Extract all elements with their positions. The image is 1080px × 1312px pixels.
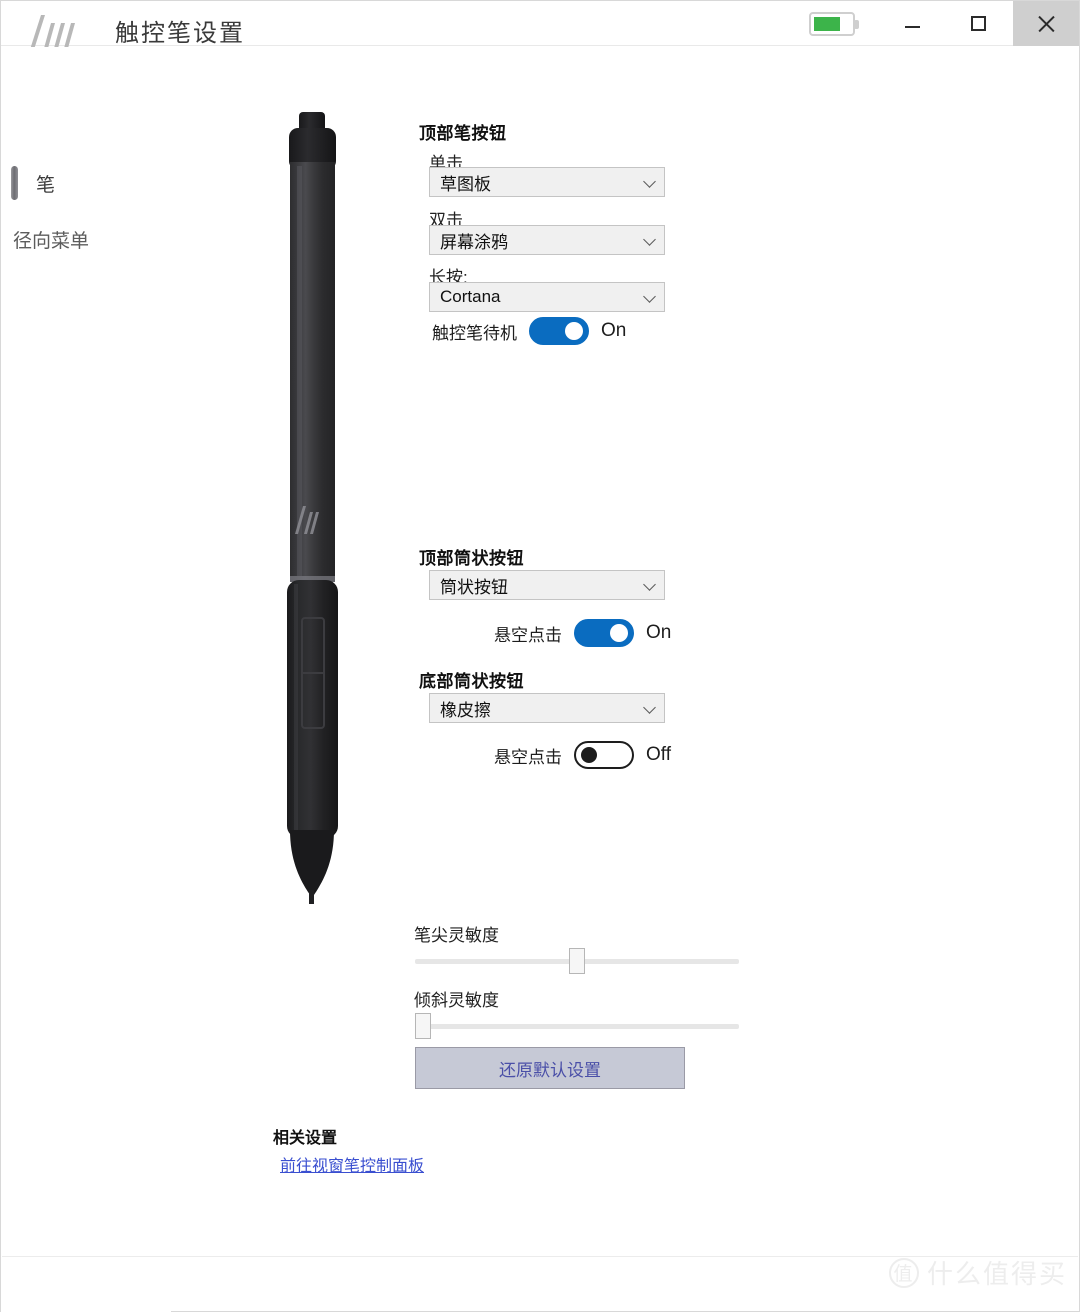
- sidebar-item-radial-menu[interactable]: 径向菜单: [1, 219, 171, 259]
- maximize-icon: [970, 16, 986, 31]
- toggle-state-bottom-hover-click: Off: [646, 744, 671, 765]
- minimize-icon: [904, 26, 920, 28]
- slider-thumb[interactable]: [415, 1013, 431, 1039]
- sidebar-item-pen[interactable]: 笔: [1, 163, 171, 203]
- stylus-settings-window: 触控笔设置 笔 径向菜单 顶部笔按钮 单击 草图板 双击 屏幕涂鸦 长按: Co…: [0, 0, 1080, 1312]
- toggle-knob: [581, 747, 597, 763]
- page-title: 触控笔设置: [115, 20, 245, 47]
- slider-tip-sensitivity[interactable]: [415, 948, 739, 974]
- dropdown-bottom-barrel-button[interactable]: 橡皮擦: [429, 693, 665, 723]
- toggle-state-pen-standby: On: [601, 320, 627, 341]
- toggle-top-hover-click[interactable]: [574, 619, 634, 647]
- toggle-bottom-hover-click[interactable]: [574, 741, 634, 769]
- sidebar: 笔 径向菜单: [1, 47, 171, 1312]
- toggle-row-top-hover-click: 悬空点击 On: [494, 619, 671, 647]
- windows-pen-control-panel-link[interactable]: 前往视窗笔控制面板: [280, 1152, 424, 1176]
- slider-thumb[interactable]: [569, 948, 585, 974]
- toggle-label-top-hover-click: 悬空点击: [494, 625, 562, 645]
- toggle-row-bottom-hover-click: 悬空点击 Off: [494, 741, 671, 769]
- dropdown-single-click[interactable]: 草图板: [429, 167, 665, 197]
- dropdown-value: 草图板: [440, 174, 491, 194]
- dropdown-value: 筒状按钮: [440, 577, 508, 597]
- minimize-button[interactable]: [879, 1, 945, 46]
- toggle-label-pen-standby: 触控笔待机: [432, 323, 517, 343]
- dropdown-long-press[interactable]: Cortana: [429, 282, 665, 312]
- label-tilt-sensitivity: 倾斜灵敏度: [414, 991, 499, 1010]
- watermark-text: 什么值得买: [926, 1259, 1067, 1289]
- chevron-down-icon: [643, 578, 656, 591]
- dropdown-top-barrel-button[interactable]: 筒状按钮: [429, 570, 665, 600]
- maximize-button[interactable]: [945, 1, 1011, 46]
- section-title-bottom-barrel-button: 底部筒状按钮: [419, 672, 524, 691]
- watermark-mark: 值: [888, 1257, 919, 1288]
- toggle-knob: [610, 624, 628, 642]
- chevron-down-icon: [643, 701, 656, 714]
- dropdown-value: 橡皮擦: [440, 700, 491, 720]
- close-button[interactable]: [1013, 1, 1079, 46]
- section-title-top-barrel-button: 顶部筒状按钮: [419, 549, 524, 568]
- toggle-row-pen-standby: 触控笔待机 On: [432, 317, 626, 345]
- dropdown-double-click[interactable]: 屏幕涂鸦: [429, 225, 665, 255]
- label-tip-sensitivity: 笔尖灵敏度: [414, 926, 499, 945]
- battery-icon: [809, 12, 859, 36]
- toggle-state-top-hover-click: On: [646, 622, 672, 643]
- close-icon: [1037, 15, 1055, 33]
- title-bar: 触控笔设置: [1, 1, 1079, 59]
- dropdown-value: Cortana: [440, 287, 501, 306]
- sidebar-item-label: 笔: [36, 174, 56, 196]
- chevron-down-icon: [643, 175, 656, 188]
- related-settings-title: 相关设置: [273, 1130, 338, 1147]
- toggle-knob: [565, 322, 583, 340]
- section-title-top-pen-button: 顶部笔按钮: [419, 124, 507, 143]
- chevron-down-icon: [643, 290, 656, 303]
- toggle-label-bottom-hover-click: 悬空点击: [494, 747, 562, 767]
- restore-defaults-button[interactable]: 还原默认设置: [415, 1047, 685, 1089]
- chevron-down-icon: [643, 233, 656, 246]
- dropdown-value: 屏幕涂鸦: [440, 232, 508, 252]
- hp-pen-illustration: [287, 112, 338, 904]
- watermark: 值 什么值得买: [888, 1254, 1067, 1291]
- slider-track: [415, 1024, 739, 1029]
- toggle-pen-standby[interactable]: [529, 317, 589, 345]
- sidebar-item-label: 径向菜单: [13, 230, 90, 252]
- pen-icon: [11, 166, 18, 200]
- slider-tilt-sensitivity[interactable]: [415, 1013, 739, 1039]
